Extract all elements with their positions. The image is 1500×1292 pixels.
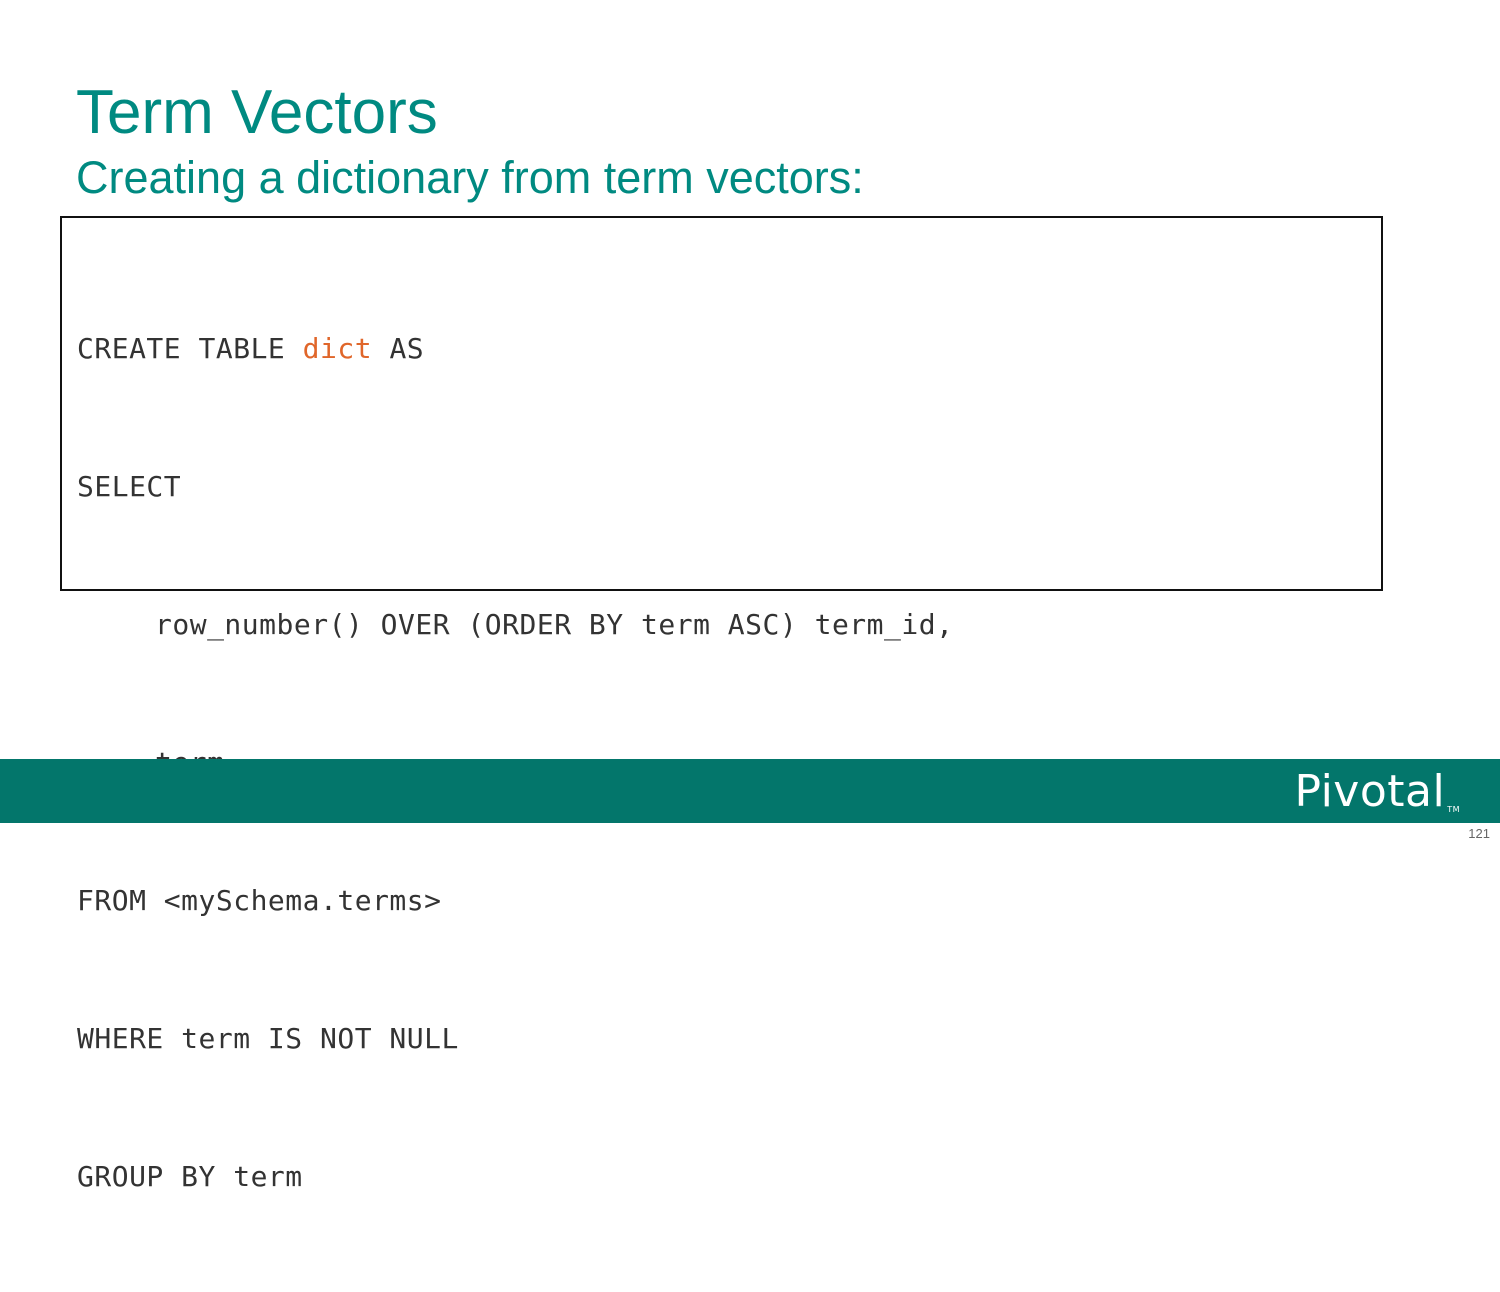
pivotal-logo: Pivotal TM	[1295, 767, 1461, 817]
code-line-3: row_number() OVER (ORDER BY term ASC) te…	[77, 602, 953, 648]
code-line-6: WHERE term IS NOT NULL	[77, 1022, 459, 1055]
logo-text: Pivotal	[1294, 766, 1446, 817]
code-line-2: SELECT	[77, 470, 182, 503]
code-line-5: FROM <mySchema.terms>	[77, 884, 442, 917]
code-line-1: CREATE TABLE dict AS	[77, 326, 953, 372]
slide-subtitle: Creating a dictionary from term vectors:	[76, 152, 864, 203]
code-text: CREATE TABLE	[77, 332, 303, 365]
footer-bar: Pivotal TM	[0, 759, 1500, 823]
slide-title: Term Vectors	[76, 78, 438, 147]
code-text: row_number() OVER (ORDER BY term ASC) te…	[155, 608, 954, 641]
code-block: CREATE TABLE dict AS SELECT row_number()…	[60, 216, 1383, 1193]
trademark-mark: TM	[1447, 805, 1460, 814]
page-number: 121	[1468, 826, 1490, 841]
code-text: AS	[372, 332, 425, 365]
code-line-7: GROUP BY term	[77, 1160, 303, 1193]
code-highlight-table-name: dict	[302, 332, 373, 365]
